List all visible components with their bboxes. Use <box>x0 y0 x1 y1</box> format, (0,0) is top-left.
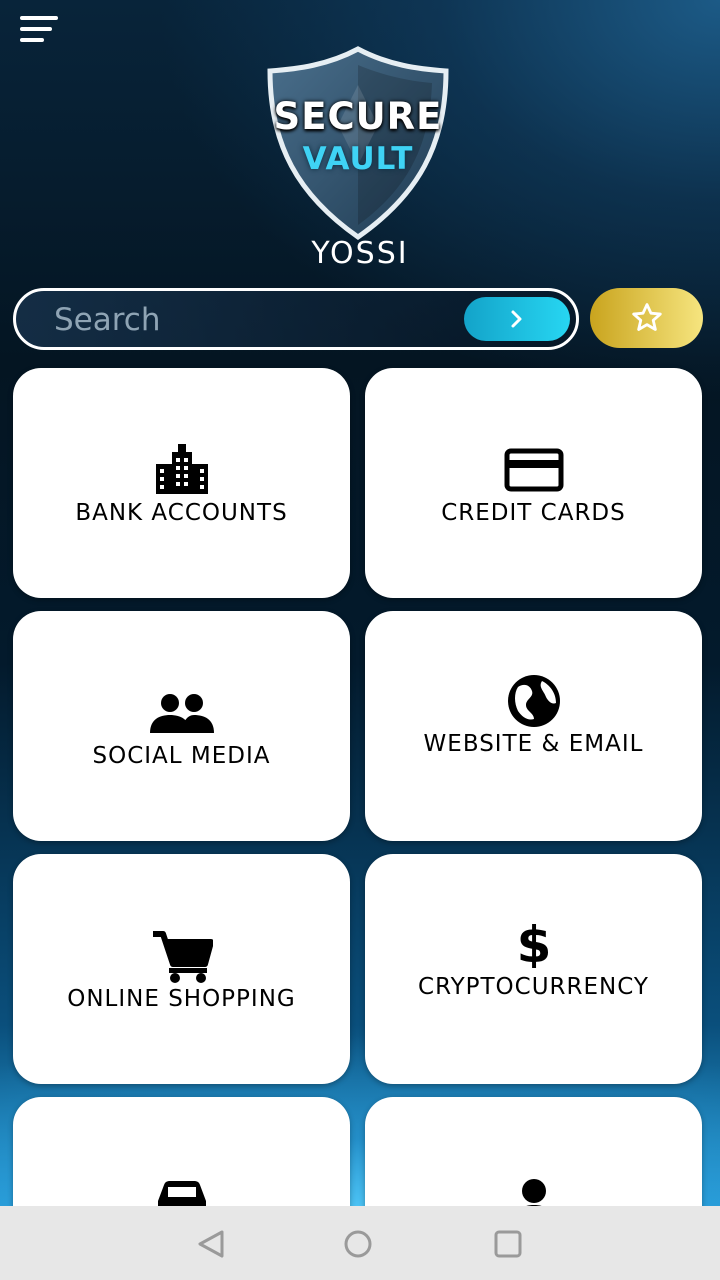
star-icon <box>631 303 662 331</box>
globe-icon <box>365 673 702 729</box>
category-card-website-email[interactable]: WEBSITE & EMAIL <box>365 611 702 841</box>
people-icon <box>13 693 350 733</box>
recents-square-icon[interactable] <box>488 1224 528 1264</box>
credit-card-icon <box>365 448 702 492</box>
category-label: CREDIT CARDS <box>441 500 626 526</box>
home-circle-icon[interactable] <box>338 1224 378 1264</box>
category-label: BANK ACCOUNTS <box>75 500 288 526</box>
category-card-personal[interactable] <box>365 1097 702 1206</box>
dollar-icon: $ <box>365 918 702 968</box>
search-bar <box>13 288 579 350</box>
android-navigation-bar <box>0 1206 720 1280</box>
app-background: SECURE VAULT YOSSI Search BANK ACCOUNTS … <box>0 0 720 1206</box>
search-submit-button[interactable] <box>464 297 570 341</box>
car-icon <box>13 1179 350 1206</box>
chevron-right-icon <box>511 310 522 328</box>
category-card-credit-cards[interactable]: CREDIT CARDS <box>365 368 702 598</box>
logo-text-vault: VAULT <box>302 141 414 177</box>
category-label: SOCIAL MEDIA <box>92 743 271 769</box>
category-label: ONLINE SHOPPING <box>67 986 296 1012</box>
category-card-vehicles[interactable] <box>13 1097 350 1206</box>
category-card-online-shopping[interactable]: ONLINE SHOPPING <box>13 854 350 1084</box>
svg-text:$: $ <box>516 918 551 968</box>
secure-vault-logo: SECURE VAULT <box>258 45 458 245</box>
user-name: YOSSI <box>311 236 409 271</box>
category-label: WEBSITE & EMAIL <box>423 731 644 757</box>
bank-building-icon <box>13 444 350 494</box>
back-triangle-icon[interactable] <box>192 1224 232 1264</box>
search-input[interactable] <box>52 297 456 343</box>
category-label: CRYPTOCURRENCY <box>418 974 649 1000</box>
category-card-cryptocurrency[interactable]: $ CRYPTOCURRENCY <box>365 854 702 1084</box>
logo-text-secure: SECURE <box>273 95 443 138</box>
favorites-button[interactable] <box>590 288 703 348</box>
hamburger-menu-icon[interactable] <box>18 14 62 48</box>
person-icon <box>365 1177 702 1206</box>
shopping-cart-icon <box>13 930 350 984</box>
category-card-bank-accounts[interactable]: BANK ACCOUNTS <box>13 368 350 598</box>
category-card-social-media[interactable]: SOCIAL MEDIA <box>13 611 350 841</box>
